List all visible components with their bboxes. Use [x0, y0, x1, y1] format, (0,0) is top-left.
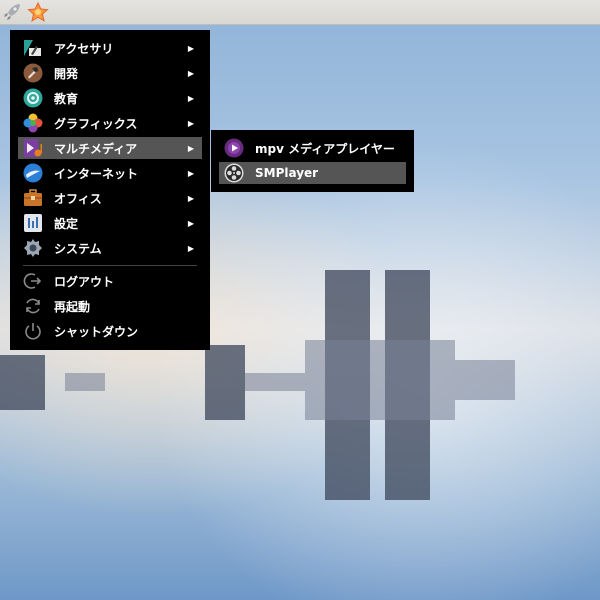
graphics-icon: [23, 113, 43, 133]
multimedia-icon: [23, 138, 43, 158]
menu-item-education[interactable]: 教育 ▶: [18, 87, 202, 109]
menu-item-multimedia[interactable]: マルチメディア ▶: [18, 137, 202, 159]
submenu-item-label: SMPlayer: [255, 166, 319, 180]
multimedia-submenu: mpv メディアプレイヤー SMPlayer: [211, 130, 414, 192]
submenu-arrow-icon: ▶: [187, 243, 194, 253]
menu-separator: [23, 265, 197, 266]
development-icon: [23, 63, 43, 83]
logout-icon: [23, 271, 43, 291]
menu-item-system[interactable]: システム ▶: [18, 237, 202, 259]
menu-item-office[interactable]: オフィス ▶: [18, 187, 202, 209]
menu-item-label: アクセサリ: [54, 41, 114, 56]
menu-item-label: システム: [54, 241, 102, 256]
menu-item-settings[interactable]: 設定 ▶: [18, 212, 202, 234]
submenu-arrow-icon: ▶: [187, 118, 194, 128]
menu-item-label: 設定: [54, 216, 79, 231]
smplayer-icon: [224, 163, 244, 183]
submenu-arrow-icon: ▶: [187, 218, 194, 228]
education-icon: [23, 88, 43, 108]
mpv-icon: [224, 138, 244, 158]
menu-item-label: グラフィックス: [54, 116, 138, 131]
internet-icon: [23, 163, 43, 183]
settings-icon: [23, 213, 43, 233]
submenu-arrow-icon: ▶: [187, 193, 194, 203]
submenu-item-mpv[interactable]: mpv メディアプレイヤー: [219, 137, 406, 159]
system-icon: [23, 238, 43, 258]
office-icon: [23, 188, 43, 208]
menu-item-label: オフィス: [54, 191, 102, 206]
submenu-item-label: mpv メディアプレイヤー: [255, 141, 395, 156]
menu-item-label: シャットダウン: [54, 324, 139, 339]
menu-item-internet[interactable]: インターネット ▶: [18, 162, 202, 184]
submenu-arrow-icon: ▶: [187, 143, 194, 153]
menu-item-graphics[interactable]: グラフィックス ▶: [18, 112, 202, 134]
menu-item-label: マルチメディア: [54, 141, 138, 156]
menu-item-label: ログアウト: [54, 274, 115, 289]
submenu-item-smplayer[interactable]: SMPlayer: [219, 162, 406, 184]
restart-icon: [23, 296, 43, 316]
application-menu: アクセサリ ▶ 開発 ▶ 教育 ▶ グラフィックス ▶ マルチメディア ▶ イン…: [10, 30, 210, 350]
rocket-launcher-icon[interactable]: [2, 2, 22, 22]
menu-item-shutdown[interactable]: シャットダウン: [18, 320, 202, 342]
menu-item-label: 教育: [54, 91, 79, 106]
submenu-arrow-icon: ▶: [187, 93, 194, 103]
top-panel: [0, 0, 600, 25]
menu-item-development[interactable]: 開発 ▶: [18, 62, 202, 84]
submenu-arrow-icon: ▶: [187, 43, 194, 53]
menu-item-restart[interactable]: 再起動: [18, 295, 202, 317]
menu-item-accessories[interactable]: アクセサリ ▶: [18, 37, 202, 59]
favorites-star-icon[interactable]: [27, 1, 49, 22]
submenu-arrow-icon: ▶: [187, 168, 194, 178]
menu-item-label: 再起動: [54, 299, 91, 314]
shutdown-icon: [23, 321, 43, 341]
submenu-arrow-icon: ▶: [187, 68, 194, 78]
accessories-icon: [23, 38, 43, 58]
menu-item-logout[interactable]: ログアウト: [18, 270, 202, 292]
menu-item-label: インターネット: [54, 166, 139, 181]
menu-item-label: 開発: [54, 66, 79, 81]
